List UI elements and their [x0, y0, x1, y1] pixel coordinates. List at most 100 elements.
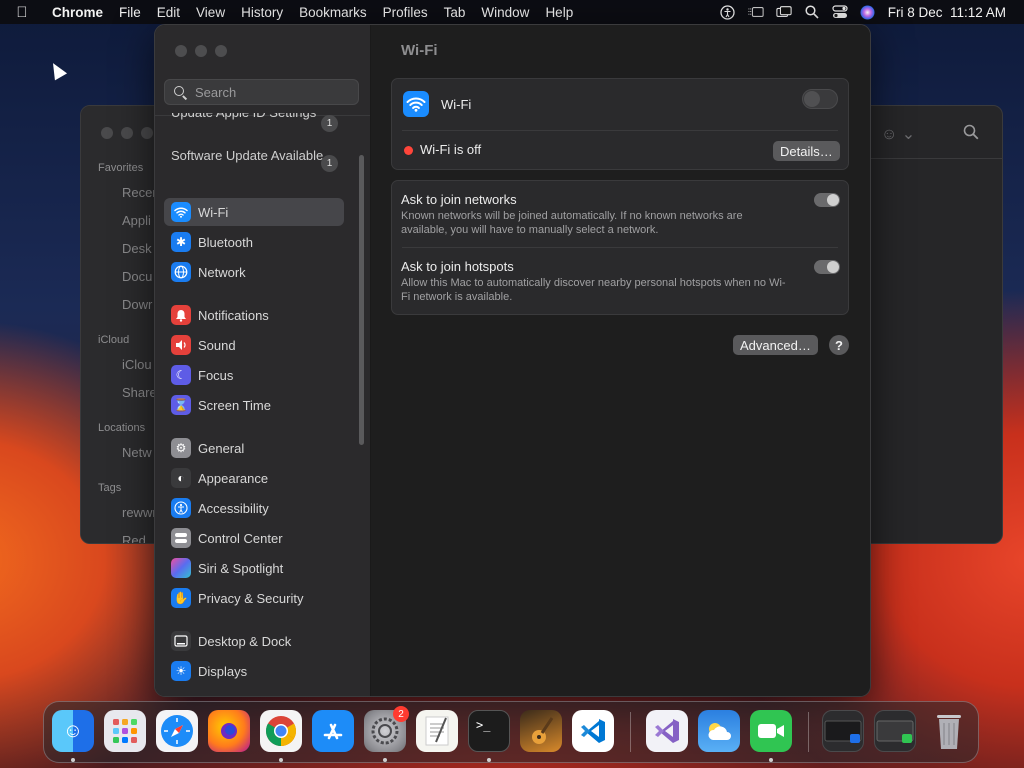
close-button[interactable] [175, 45, 187, 57]
textedit-icon[interactable] [416, 710, 458, 752]
finder-item[interactable]: Netw [122, 445, 152, 460]
sidebar-item-appearance[interactable]: ◐ Appearance [164, 464, 344, 492]
notification-badge: 2 [393, 706, 409, 722]
guitar-icon[interactable] [520, 710, 562, 752]
siri-icon[interactable] [860, 5, 876, 19]
menu-history[interactable]: History [233, 5, 291, 20]
sidebar-item-siri-spotlight[interactable]: Siri & Spotlight [164, 554, 344, 582]
accessibility-status-icon[interactable] [720, 4, 736, 20]
stage-manager-icon[interactable] [748, 5, 764, 19]
sidebar-item-label: Control Center [198, 530, 283, 546]
dock-separator [808, 712, 809, 752]
terminal-icon[interactable]: >_ [468, 710, 510, 752]
wifi-toggle[interactable] [802, 89, 838, 109]
finder-minimize-button[interactable] [121, 127, 133, 139]
sidebar-scrollbar[interactable] [359, 155, 364, 445]
app-store-icon[interactable] [312, 710, 354, 752]
sidebar-item-focus[interactable]: ☾ Focus [164, 361, 344, 389]
finder-item[interactable]: Recer [122, 185, 157, 200]
menu-clock[interactable]: Fri 8 Dec 11:12 AM [888, 5, 1006, 20]
finder-item[interactable]: rewwr [122, 505, 157, 520]
finder-window-controls [101, 127, 153, 139]
launchpad-icon[interactable] [104, 710, 146, 752]
ask-hotspots-description: Allow this Mac to automatically discover… [401, 277, 786, 303]
visual-studio-icon[interactable] [646, 710, 688, 752]
trash-icon[interactable] [928, 710, 970, 752]
sidebar-item-bluetooth[interactable]: ✱ Bluetooth [164, 228, 344, 256]
zoom-button[interactable] [215, 45, 227, 57]
menu-edit[interactable]: Edit [149, 5, 188, 20]
sidebar-item-desktop-dock[interactable]: Desktop & Dock [164, 627, 344, 655]
menu-window[interactable]: Window [473, 5, 537, 20]
ask-hotspots-toggle[interactable] [814, 260, 840, 274]
bluetooth-icon: ✱ [171, 232, 191, 252]
sidebar-item-general[interactable]: ⚙ General [164, 434, 344, 462]
menu-bookmarks[interactable]: Bookmarks [291, 5, 375, 20]
facetime-icon[interactable] [750, 710, 792, 752]
spotlight-search-icon[interactable] [804, 5, 820, 19]
notice-software-update[interactable]: Software Update Available [171, 148, 341, 164]
minimized-window-icon[interactable] [822, 710, 864, 752]
finder-search-icon[interactable] [963, 124, 979, 144]
finder-item[interactable]: Red [122, 533, 146, 543]
finder-icon[interactable]: ☺ [52, 710, 94, 752]
safari-icon[interactable] [156, 710, 198, 752]
ask-networks-toggle[interactable] [814, 193, 840, 207]
apple-menu-icon[interactable]:  [0, 4, 44, 21]
menu-app-name[interactable]: Chrome [44, 5, 111, 20]
finder-item[interactable]: Desk [122, 241, 152, 256]
globe-icon [171, 262, 191, 282]
vscode-icon[interactable] [572, 710, 614, 752]
sidebar-item-privacy-security[interactable]: ✋ Privacy & Security [164, 584, 344, 612]
running-indicator [383, 758, 387, 762]
sidebar-list[interactable]: Update Apple ID Settings 1 Software Upda… [155, 113, 370, 696]
sidebar-item-label: Sound [198, 337, 236, 353]
search-field[interactable] [164, 79, 359, 105]
sidebar-item-control-center[interactable]: Control Center [164, 524, 344, 552]
minimized-window-icon[interactable] [874, 710, 916, 752]
notice-badge: 1 [321, 115, 338, 132]
menu-file[interactable]: File [111, 5, 149, 20]
menu-view[interactable]: View [188, 5, 233, 20]
sidebar-item-notifications[interactable]: Notifications [164, 301, 344, 329]
sidebar-item-accessibility[interactable]: Accessibility [164, 494, 344, 522]
screen-mirroring-icon[interactable] [776, 5, 792, 19]
weather-icon[interactable] [698, 710, 740, 752]
sidebar-item-label: Notifications [198, 307, 269, 323]
sidebar-item-label: Screen Time [198, 397, 271, 413]
sidebar-item-label: Desktop & Dock [198, 633, 292, 649]
toggle-knob [827, 261, 839, 273]
firefox-icon[interactable] [208, 710, 250, 752]
control-center-icon[interactable] [832, 5, 848, 19]
sidebar-item-sound[interactable]: Sound [164, 331, 344, 359]
moon-icon: ☾ [171, 365, 191, 385]
menu-profiles[interactable]: Profiles [375, 5, 436, 20]
finder-share-menu-icon[interactable]: ☺ ⌄ [881, 124, 915, 144]
sidebar-item-displays[interactable]: ☀ Displays [164, 657, 344, 685]
minimize-button[interactable] [195, 45, 207, 57]
search-input[interactable] [193, 83, 357, 101]
finder-item[interactable]: Appli [122, 213, 151, 228]
finder-item[interactable]: Docu [122, 269, 152, 284]
finder-item[interactable]: Share [122, 385, 157, 400]
row-divider [402, 247, 838, 248]
finder-zoom-button[interactable] [141, 127, 153, 139]
menu-bar:  Chrome File Edit View History Bookmark… [0, 0, 1024, 24]
finder-close-button[interactable] [101, 127, 113, 139]
ask-networks-description: Known networks will be joined automatica… [401, 210, 743, 236]
control-center-icon [171, 528, 191, 548]
notice-apple-id[interactable]: Update Apple ID Settings [171, 113, 341, 121]
sidebar-item-wifi[interactable]: Wi-Fi [164, 198, 344, 226]
finder-item[interactable]: Dowr [122, 297, 152, 312]
sidebar-item-network[interactable]: Network [164, 258, 344, 286]
advanced-button[interactable]: Advanced… [733, 335, 818, 355]
help-button[interactable]: ? [829, 335, 849, 355]
menu-tab[interactable]: Tab [436, 5, 474, 20]
chrome-icon[interactable] [260, 710, 302, 752]
menu-help[interactable]: Help [537, 5, 581, 20]
hand-icon: ✋ [171, 588, 191, 608]
appearance-icon: ◐ [171, 468, 191, 488]
details-button[interactable]: Details… [773, 141, 840, 161]
sidebar-item-screen-time[interactable]: ⌛ Screen Time [164, 391, 344, 419]
finder-item[interactable]: iClou [122, 357, 152, 372]
